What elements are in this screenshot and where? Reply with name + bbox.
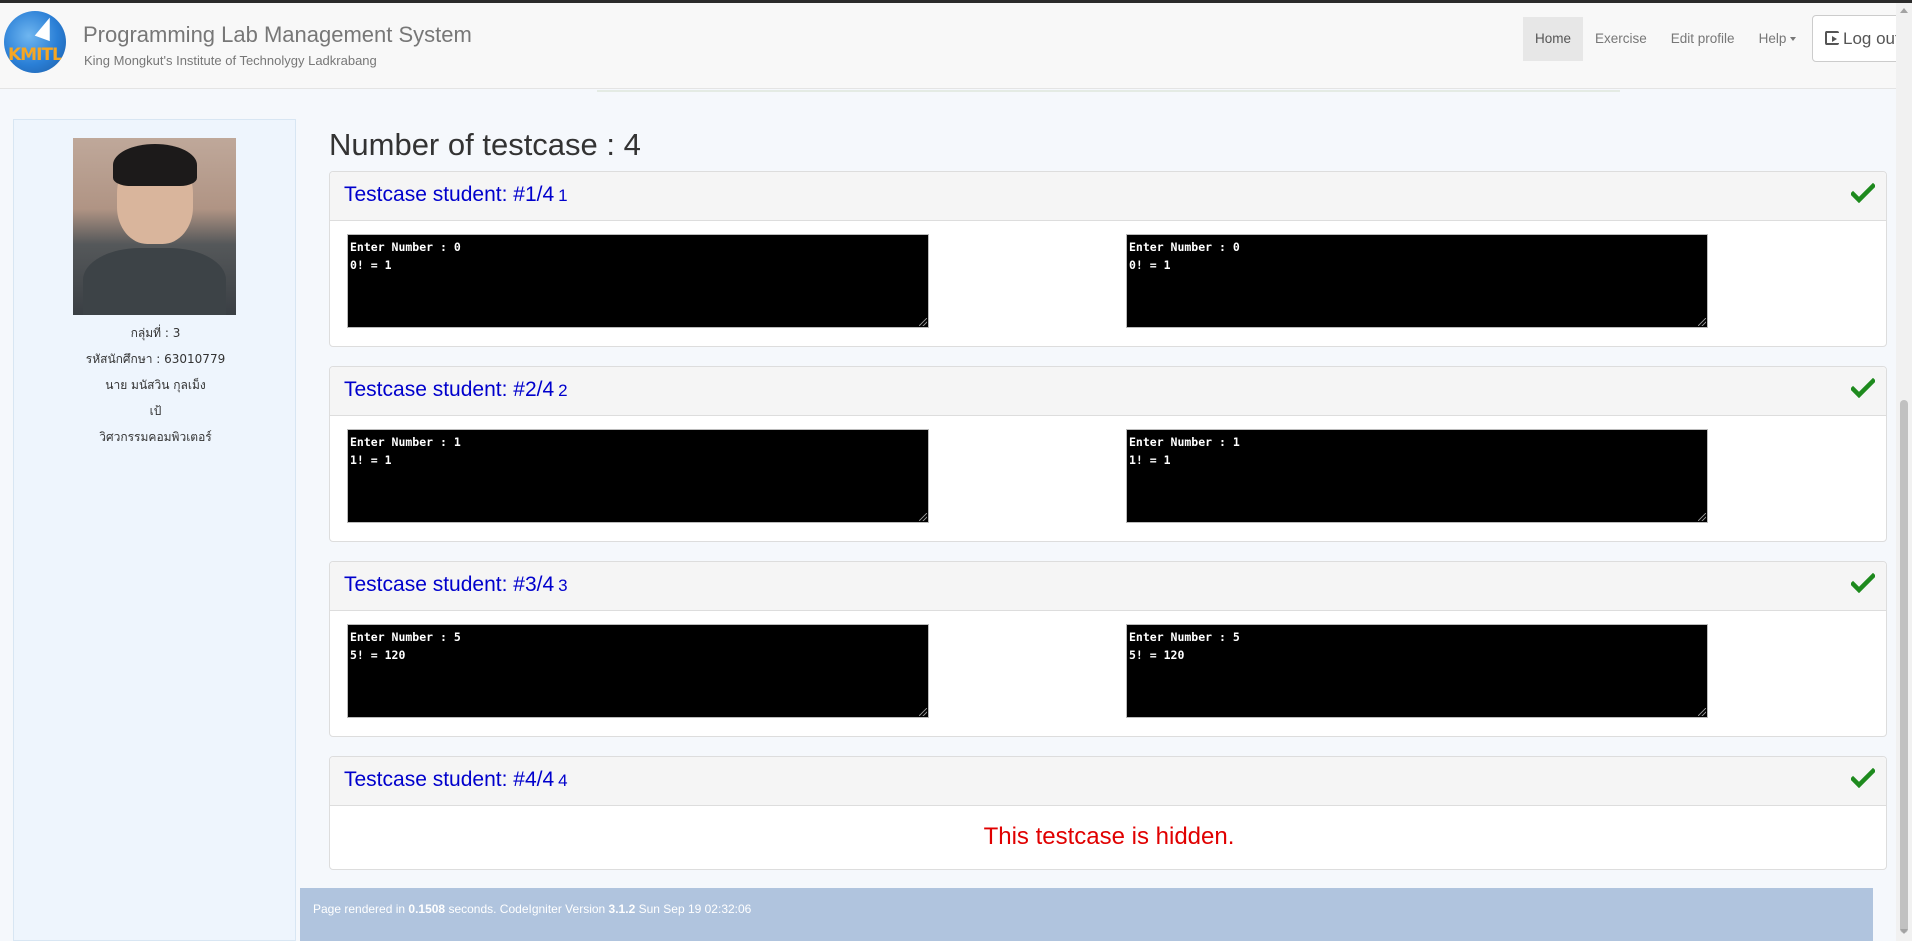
scroll-up-arrow-icon[interactable]: [1900, 8, 1908, 13]
student-output-textarea[interactable]: Enter Number : 0 0! = 1: [347, 234, 929, 328]
kmitl-logo[interactable]: KMITL: [4, 11, 66, 73]
nav-home[interactable]: Home: [1523, 17, 1584, 61]
divider: [597, 90, 1620, 92]
testcase-panel-4: Testcase student: #4/4 4 This testcase is…: [329, 756, 1887, 870]
expected-output-textarea[interactable]: Enter Number : 5 5! = 120: [1126, 624, 1708, 718]
check-icon: [1851, 768, 1875, 788]
nav-edit-profile[interactable]: Edit profile: [1659, 17, 1747, 61]
photo-hair-shape: [113, 144, 197, 186]
footer-render-time: 0.1508: [408, 902, 446, 916]
testcase-title[interactable]: Testcase student: #2/4 2: [344, 378, 568, 402]
student-output-textarea[interactable]: Enter Number : 5 5! = 120: [347, 624, 929, 718]
testcase-panel-1: Testcase student: #1/4 1 Enter Number : 0…: [329, 171, 1887, 347]
sign-out-icon: [1825, 31, 1839, 45]
scroll-down-arrow-icon[interactable]: [1900, 929, 1908, 934]
footer-date: Sun Sep 19 02:32:06: [635, 902, 752, 916]
nav-edit-profile-label: Edit profile: [1670, 31, 1735, 46]
nav-home-label: Home: [1535, 31, 1572, 46]
testcase-title[interactable]: Testcase student: #3/4 3: [344, 573, 568, 597]
logo-text: KMITL: [8, 45, 63, 65]
footer-version: 3.1.2: [608, 902, 636, 916]
student-output-textarea[interactable]: Enter Number : 1 1! = 1: [347, 429, 929, 523]
expected-output-textarea[interactable]: Enter Number : 0 0! = 1: [1126, 234, 1708, 328]
testcase-title[interactable]: Testcase student: #4/4 4: [344, 768, 568, 792]
testcase-title-text: Testcase student: #2/4: [344, 378, 555, 401]
profile-group: กลุ่มที่ : 3: [130, 326, 181, 340]
nav-help-dropdown[interactable]: Help: [1747, 17, 1809, 61]
footer-middle: seconds. CodeIgniter Version: [445, 902, 609, 916]
nav-exercise-label: Exercise: [1595, 31, 1647, 46]
profile-student-id: รหัสนักศึกษา : 63010779: [85, 352, 226, 366]
testcase-panel-3: Testcase student: #3/4 3 Enter Number : 5…: [329, 561, 1887, 737]
check-icon: [1851, 573, 1875, 593]
nav-help-label: Help: [1758, 31, 1787, 46]
profile-nickname: เป้: [149, 404, 162, 418]
testcase-number: 4: [558, 771, 568, 790]
testcase-panel-heading: Testcase student: #2/4 2: [330, 367, 1886, 416]
nav-exercise[interactable]: Exercise: [1583, 17, 1659, 61]
testcase-title-text: Testcase student: #1/4: [344, 183, 555, 206]
resize-grip-icon[interactable]: [1698, 513, 1706, 521]
profile-sidebar: กลุ่มที่ : 3 รหัสนักศึกษา : 63010779 นาย…: [13, 119, 296, 941]
navbar: KMITL Programming Lab Management System …: [0, 3, 1896, 89]
nav-links: Home Exercise Edit profile Help: [1523, 17, 1808, 61]
profile-name: นาย มนัสวิน กุลเม็ง: [105, 378, 206, 392]
page-footer: Page rendered in 0.1508 seconds. CodeIgn…: [300, 888, 1873, 941]
expected-output-textarea[interactable]: Enter Number : 1 1! = 1: [1126, 429, 1708, 523]
testcase-title-text: Testcase student: #4/4: [344, 768, 555, 791]
resize-grip-icon[interactable]: [919, 513, 927, 521]
check-icon: [1851, 183, 1875, 203]
testcase-number: 1: [558, 186, 568, 205]
resize-grip-icon[interactable]: [1698, 318, 1706, 326]
testcase-number: 2: [558, 381, 568, 400]
scrollbar-thumb[interactable]: [1900, 400, 1908, 933]
testcase-number: 3: [558, 576, 568, 595]
testcase-title-text: Testcase student: #3/4: [344, 573, 555, 596]
testcase-panel-2: Testcase student: #2/4 2 Enter Number : 1…: [329, 366, 1887, 542]
profile-department: วิศวกรรมคอมพิวเตอร์: [99, 430, 212, 444]
student-photo: [73, 138, 236, 315]
check-icon: [1851, 378, 1875, 398]
testcase-panel-heading: Testcase student: #1/4 1: [330, 172, 1886, 221]
caret-down-icon: [1790, 37, 1797, 42]
site-title[interactable]: Programming Lab Management System: [83, 22, 472, 48]
logo-wedge-shape: [34, 14, 58, 42]
resize-grip-icon[interactable]: [1698, 708, 1706, 716]
hidden-testcase-message: This testcase is hidden.: [983, 823, 1235, 850]
testcase-panel-heading: Testcase student: #3/4 3: [330, 562, 1886, 611]
testcase-count-heading: Number of testcase : 4: [329, 127, 641, 162]
photo-body-shape: [83, 248, 226, 315]
resize-grip-icon[interactable]: [919, 318, 927, 326]
testcase-title[interactable]: Testcase student: #1/4 1: [344, 183, 568, 207]
resize-grip-icon[interactable]: [919, 708, 927, 716]
logout-label: Log out: [1843, 29, 1900, 48]
site-subtitle: King Mongkut's Institute of Technolygy L…: [84, 53, 377, 68]
footer-prefix: Page rendered in: [313, 902, 409, 916]
testcase-panel-heading: Testcase student: #4/4 4: [330, 757, 1886, 806]
